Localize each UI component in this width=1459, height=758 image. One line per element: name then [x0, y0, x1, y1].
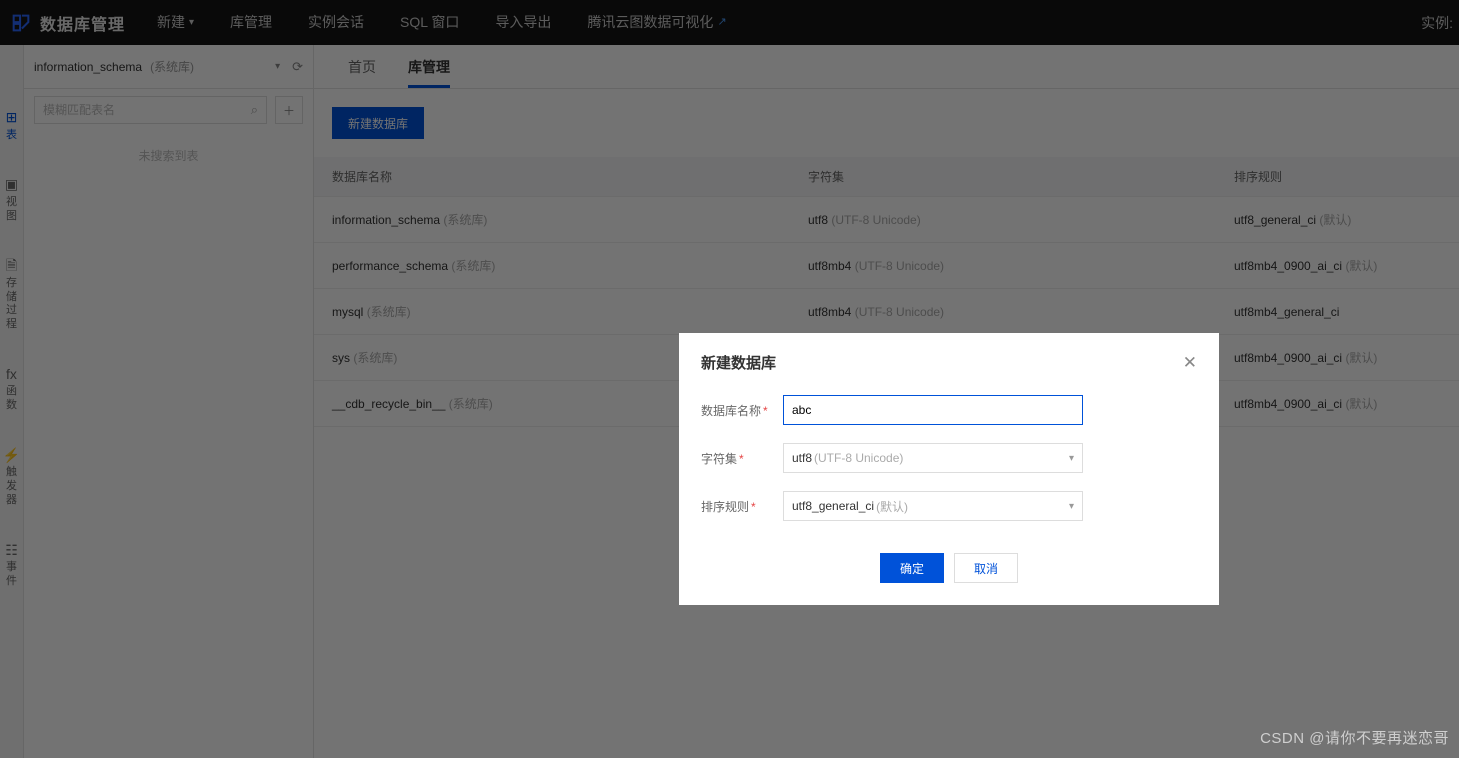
- modal-title: 新建数据库: [701, 352, 1183, 373]
- label-charset: 字符集*: [701, 450, 783, 467]
- chevron-down-icon: ▾: [1069, 501, 1074, 512]
- cancel-button[interactable]: 取消: [954, 553, 1018, 583]
- collation-select[interactable]: utf8_general_ci (默认) ▾: [783, 491, 1083, 521]
- close-icon[interactable]: ✕: [1183, 353, 1197, 373]
- label-db-name: 数据库名称*: [701, 402, 783, 419]
- db-name-input[interactable]: [783, 395, 1083, 425]
- create-database-modal: 新建数据库 ✕ 数据库名称* 字符集* utf8 (UTF-8 Un: [679, 333, 1219, 605]
- chevron-down-icon: ▾: [1069, 453, 1074, 464]
- modal-overlay: 新建数据库 ✕ 数据库名称* 字符集* utf8 (UTF-8 Un: [0, 0, 1459, 758]
- charset-select[interactable]: utf8 (UTF-8 Unicode) ▾: [783, 443, 1083, 473]
- confirm-button[interactable]: 确定: [880, 553, 944, 583]
- label-collation: 排序规则*: [701, 498, 783, 515]
